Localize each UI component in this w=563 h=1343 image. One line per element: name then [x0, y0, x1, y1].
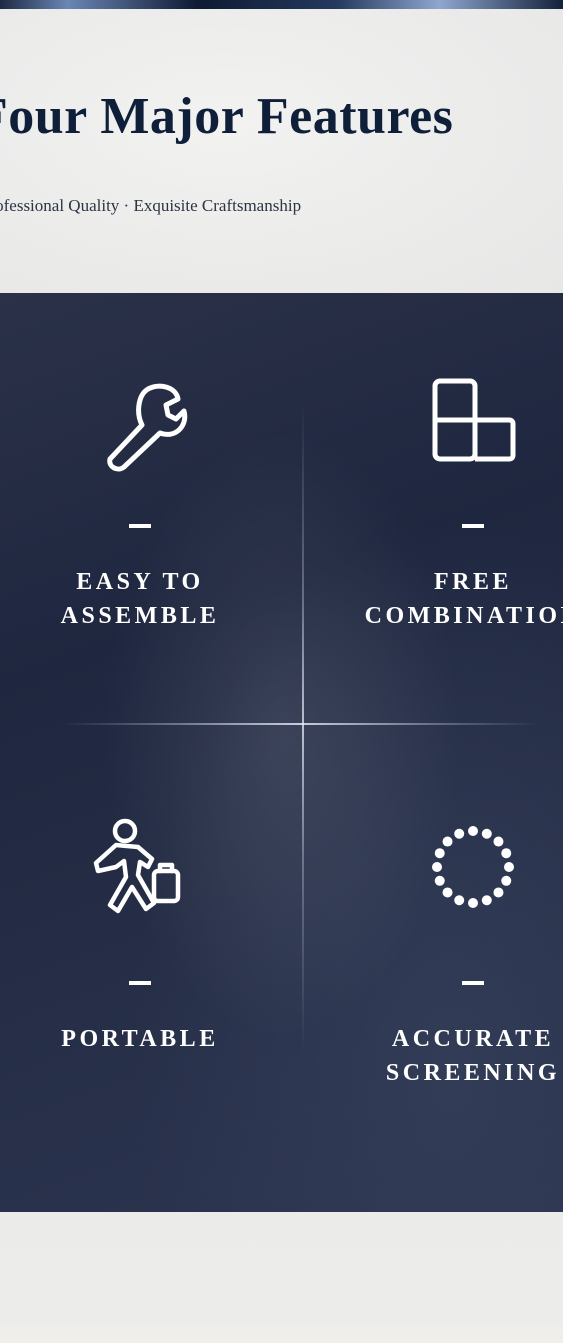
feature-label: ACCURATE SCREENING [385, 1026, 561, 1086]
dot [454, 895, 465, 906]
dot [481, 828, 492, 839]
feature-card-free-combination: FREE COMBINATION [323, 293, 563, 723]
dot [442, 887, 453, 898]
page-title: Four Major Features [0, 88, 454, 145]
dot [434, 875, 445, 886]
page-subtitle: Professional Quality · Exquisite Craftsm… [0, 196, 302, 215]
feature-card-accurate-screening: ACCURATE SCREENING [323, 725, 563, 1205]
dot [501, 848, 512, 859]
feature-card-portable: PORTABLE [0, 725, 290, 1205]
dot [493, 836, 504, 847]
feature-divider-dash [129, 981, 151, 985]
vertical-divider [302, 403, 304, 1053]
wrench-icon [90, 375, 190, 475]
feature-label: FREE COMBINATION [364, 569, 563, 629]
person-carrying-case-icon [90, 817, 190, 917]
dot [481, 895, 492, 906]
features-panel: EASY TO ASSEMBLE FREE COMBINATION PORTAB… [0, 293, 563, 1212]
grid-blocks-icon [423, 375, 523, 475]
feature-label: PORTABLE [61, 1026, 219, 1052]
dot [504, 862, 514, 872]
dot [493, 887, 504, 898]
footer-background [0, 1212, 563, 1343]
feature-label: EASY TO ASSEMBLE [60, 569, 220, 629]
feature-card-easy-to-assemble: EASY TO ASSEMBLE [0, 293, 290, 723]
dot [501, 875, 512, 886]
dot [432, 862, 442, 872]
dot [434, 848, 445, 859]
dot [468, 826, 478, 836]
dotted-circle-icon [423, 817, 523, 917]
dot [442, 836, 453, 847]
feature-divider-dash [462, 981, 484, 985]
feature-divider-dash [462, 524, 484, 528]
dot [454, 828, 465, 839]
top-image-strip [0, 0, 563, 9]
header-section: Four Major Features Professional Quality… [0, 9, 563, 293]
dot [468, 898, 478, 908]
page: Four Major Features Professional Quality… [0, 0, 563, 1343]
feature-divider-dash [129, 524, 151, 528]
